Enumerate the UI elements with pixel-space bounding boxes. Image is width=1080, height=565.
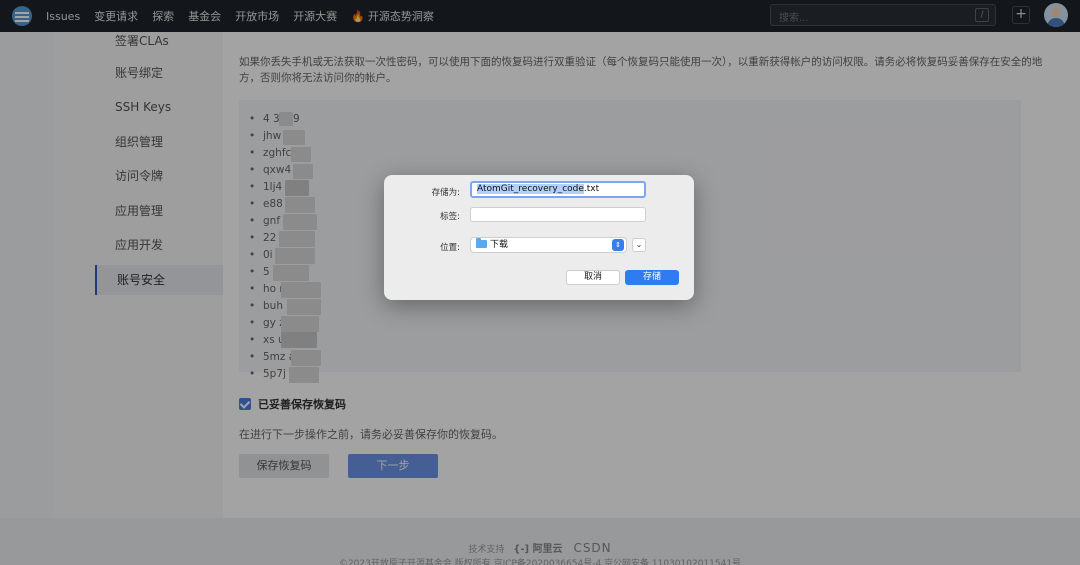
location-label: 位置:	[440, 243, 460, 253]
location-select[interactable]: 下载 ⇕	[470, 237, 627, 253]
updown-arrows-icon: ⇕	[612, 239, 624, 251]
filename-extension: .txt	[583, 184, 600, 194]
tags-label: 标签:	[440, 212, 460, 222]
chevron-down-icon: ⌄	[635, 240, 643, 249]
save-button[interactable]: 存储	[625, 270, 679, 285]
filename-selected-text: AtomGit_recovery_code	[477, 184, 584, 194]
tags-input[interactable]	[470, 207, 646, 222]
cancel-button[interactable]: 取消	[566, 270, 620, 285]
location-value: 下载	[490, 240, 509, 250]
folder-icon	[476, 238, 487, 248]
save-file-dialog: 存储为: AtomGit_recovery_code.txt 标签: 位置: 下…	[384, 175, 694, 300]
save-as-label: 存储为:	[431, 188, 460, 198]
expand-dialog-button[interactable]: ⌄	[632, 238, 646, 252]
filename-input[interactable]: AtomGit_recovery_code.txt	[470, 181, 646, 198]
